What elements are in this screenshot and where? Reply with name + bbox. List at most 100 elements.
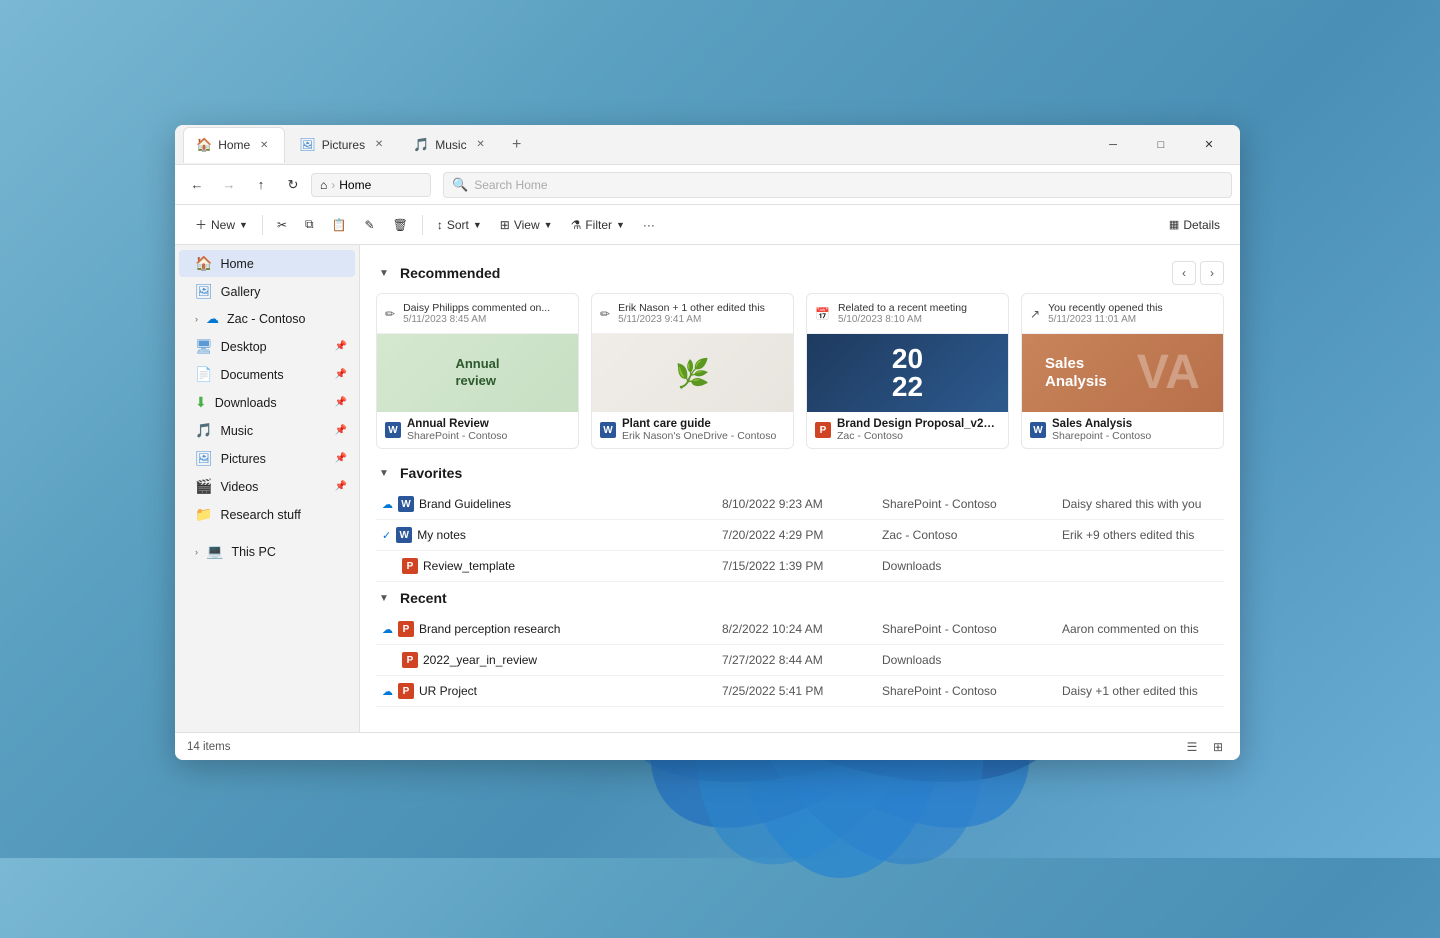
refresh-button[interactable]: ↻ bbox=[279, 171, 307, 199]
card-title-brand: Brand Design Proposal_v2022 bbox=[837, 418, 1000, 430]
favorites-section-header[interactable]: ▼ Favorites bbox=[376, 465, 1224, 481]
recent-row-yr-name: 2022_year_in_review bbox=[423, 653, 537, 667]
edit-icon-plant: ✏ bbox=[600, 307, 610, 321]
tab-home[interactable]: 🏠 Home ✕ bbox=[183, 127, 285, 163]
card-who-brand: Related to a recent meeting bbox=[838, 302, 967, 314]
videos-icon: 🎬 bbox=[195, 478, 212, 495]
pin-icon-pictures: 📌 bbox=[335, 453, 347, 464]
sidebar-item-this-pc[interactable]: › 💻 This PC bbox=[179, 538, 355, 565]
music-tab-close[interactable]: ✕ bbox=[473, 137, 489, 153]
card-brand-design[interactable]: 📅 Related to a recent meeting 5/10/2023 … bbox=[806, 293, 1009, 449]
computer-icon: 💻 bbox=[206, 543, 223, 560]
sidebar-item-gallery[interactable]: 🖼 Gallery bbox=[179, 278, 355, 305]
forward-button[interactable]: → bbox=[215, 171, 243, 199]
thumb-content-sales: SalesAnalysis bbox=[1045, 355, 1107, 391]
status-bar: 14 items ☰ ⊞ bbox=[175, 732, 1240, 760]
favorites-collapse-btn[interactable]: ▼ bbox=[376, 465, 392, 481]
card-sales-analysis[interactable]: ↗ You recently opened this 5/11/2023 11:… bbox=[1021, 293, 1224, 449]
research-folder-icon: 📁 bbox=[195, 506, 212, 523]
card-subtitle-plant: Erik Nason's OneDrive - Contoso bbox=[622, 430, 785, 442]
list-view-button[interactable]: ☰ bbox=[1182, 737, 1202, 757]
search-icon: 🔍 bbox=[452, 177, 468, 193]
recommended-nav: ‹ › bbox=[1172, 261, 1224, 285]
rename-button[interactable]: ✎ bbox=[357, 214, 383, 236]
grid-view-button[interactable]: ⊞ bbox=[1208, 737, 1228, 757]
tab-pictures[interactable]: 🖼 Pictures ✕ bbox=[287, 127, 399, 163]
pin-icon-documents: 📌 bbox=[335, 369, 347, 380]
downloads-icon: ⬇ bbox=[195, 394, 207, 411]
filter-label: Filter bbox=[585, 218, 612, 232]
sidebar-item-music[interactable]: 🎵 Music 📌 bbox=[179, 417, 355, 444]
sort-icon: ↕ bbox=[437, 218, 443, 232]
recent-title: Recent bbox=[400, 590, 447, 606]
close-button[interactable]: ✕ bbox=[1186, 131, 1232, 159]
favorites-row-my-notes[interactable]: ✓ W My notes 7/20/2022 4:29 PM Zac - Con… bbox=[376, 520, 1224, 551]
sidebar-item-research[interactable]: 📁 Research stuff bbox=[179, 501, 355, 528]
sidebar-item-downloads[interactable]: ⬇ Downloads 📌 bbox=[179, 389, 355, 416]
new-tab-button[interactable]: + bbox=[503, 131, 531, 159]
edit-icon-annual: ✏ bbox=[385, 307, 395, 321]
card-who-sales: You recently opened this bbox=[1048, 302, 1163, 314]
recent-row-yr-location: Downloads bbox=[876, 645, 1056, 676]
details-button[interactable]: ▦ Details bbox=[1161, 214, 1228, 236]
more-icon: ··· bbox=[643, 218, 655, 232]
copy-icon: ⧉ bbox=[305, 217, 314, 232]
sidebar-item-zac-contoso[interactable]: › ☁ Zac - Contoso bbox=[179, 306, 355, 332]
sidebar-item-videos[interactable]: 🎬 Videos 📌 bbox=[179, 473, 355, 500]
search-bar[interactable]: 🔍 Search Home bbox=[443, 172, 1232, 198]
thumbnail-brand: 2022 bbox=[807, 334, 1008, 412]
paste-button[interactable]: 📋 bbox=[324, 214, 355, 236]
thumbnail-sales: SalesAnalysis VA bbox=[1022, 334, 1223, 412]
favorites-row-review-template[interactable]: P Review_template 7/15/2022 1:39 PM Down… bbox=[376, 551, 1224, 582]
new-button[interactable]: ＋ New ▼ bbox=[187, 212, 256, 237]
card-header-sales: ↗ You recently opened this 5/11/2023 11:… bbox=[1022, 294, 1223, 334]
sort-button[interactable]: ↕ Sort ▼ bbox=[429, 214, 490, 236]
view-button[interactable]: ⊞ View ▼ bbox=[492, 214, 561, 236]
favorites-row-brand-guidelines[interactable]: ☁ W Brand Guidelines 8/10/2022 9:23 AM S… bbox=[376, 489, 1224, 520]
recent-section-header[interactable]: ▼ Recent bbox=[376, 590, 1224, 606]
recommended-section-header[interactable]: ▼ Recommended ‹ › bbox=[376, 261, 1224, 285]
view-label: View bbox=[514, 218, 540, 232]
sidebar-downloads-label: Downloads bbox=[215, 396, 277, 410]
card-title-annual: Annual Review bbox=[407, 418, 570, 430]
recent-collapse-btn[interactable]: ▼ bbox=[376, 590, 392, 606]
recent-row-ur-project[interactable]: ☁ P UR Project 7/25/2022 5:41 PM SharePo… bbox=[376, 676, 1224, 707]
card-annual-review[interactable]: ✏ Daisy Philipps commented on... 5/11/20… bbox=[376, 293, 579, 449]
separator-2 bbox=[422, 215, 423, 235]
cut-button[interactable]: ✂ bbox=[269, 214, 295, 236]
sidebar-item-documents[interactable]: 📄 Documents 📌 bbox=[179, 361, 355, 388]
recent-row-urp-name: UR Project bbox=[419, 684, 477, 698]
tab-music[interactable]: 🎵 Music ✕ bbox=[401, 127, 501, 163]
copy-button[interactable]: ⧉ bbox=[297, 213, 322, 236]
word-icon-plant: W bbox=[600, 422, 616, 438]
recent-row-bpr-date: 8/2/2022 10:24 AM bbox=[716, 614, 876, 645]
recent-row-bpr-name: Brand perception research bbox=[419, 622, 560, 636]
content-pane: ▼ Recommended ‹ › ✏ Daisy Philipps comme… bbox=[360, 245, 1240, 732]
delete-button[interactable]: 🗑 bbox=[385, 214, 416, 236]
home-tab-close[interactable]: ✕ bbox=[256, 137, 272, 153]
cloud-icon-urp: ☁ bbox=[382, 685, 393, 698]
card-plant-care[interactable]: ✏ Erik Nason + 1 other edited this 5/11/… bbox=[591, 293, 794, 449]
back-button[interactable]: ← bbox=[183, 171, 211, 199]
up-button[interactable]: ↑ bbox=[247, 171, 275, 199]
home-tab-label: Home bbox=[218, 138, 250, 152]
favorites-row-bg-location: SharePoint - Contoso bbox=[876, 489, 1056, 520]
recent-row-year-review[interactable]: P 2022_year_in_review 7/27/2022 8:44 AM … bbox=[376, 645, 1224, 676]
maximize-button[interactable]: □ bbox=[1138, 131, 1184, 159]
recommended-prev-btn[interactable]: ‹ bbox=[1172, 261, 1196, 285]
recent-row-brand-perception[interactable]: ☁ P Brand perception research 8/2/2022 1… bbox=[376, 614, 1224, 645]
more-button[interactable]: ··· bbox=[635, 214, 663, 236]
recommended-collapse-btn[interactable]: ▼ bbox=[376, 265, 392, 281]
recent-row-yr-activity bbox=[1056, 645, 1224, 676]
sort-dropdown-icon: ▼ bbox=[473, 220, 482, 230]
minimize-button[interactable]: ─ bbox=[1090, 131, 1136, 159]
breadcrumb[interactable]: ⌂ › Home bbox=[311, 173, 431, 197]
sidebar-music-label: Music bbox=[220, 424, 253, 438]
sidebar-item-desktop[interactable]: 🖥 Desktop 📌 bbox=[179, 333, 355, 360]
filter-button[interactable]: ⚗ Filter ▼ bbox=[563, 214, 633, 236]
sidebar-item-pictures[interactable]: 🖼 Pictures 📌 bbox=[179, 445, 355, 472]
recommended-next-btn[interactable]: › bbox=[1200, 261, 1224, 285]
pictures-tab-close[interactable]: ✕ bbox=[371, 137, 387, 153]
main-content: 🏠 Home 🖼 Gallery › ☁ Zac - Contoso 🖥 Des… bbox=[175, 245, 1240, 732]
sidebar-item-home[interactable]: 🏠 Home bbox=[179, 250, 355, 277]
